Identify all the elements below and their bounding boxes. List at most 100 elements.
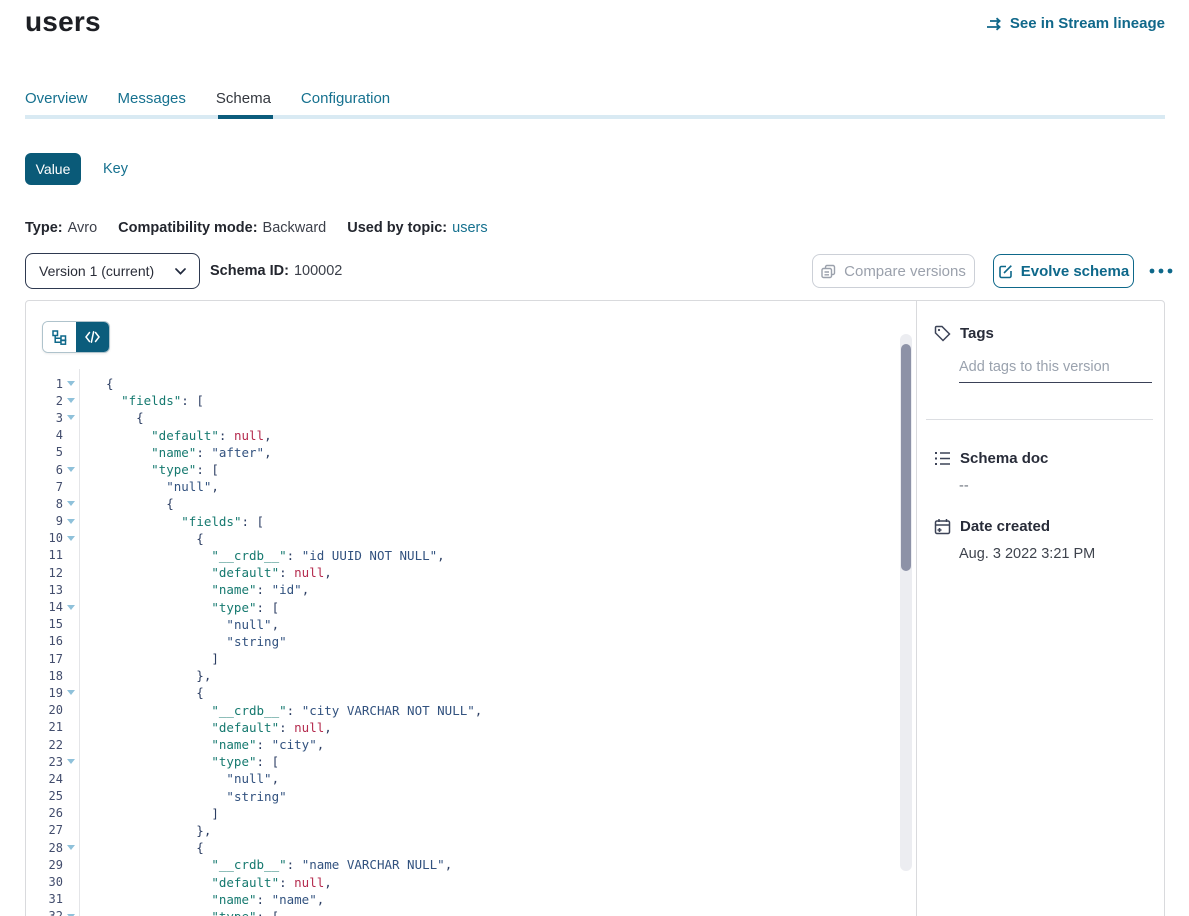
code-line-20: 20 "__crdb__": "city VARCHAR NOT NULL", — [26, 702, 917, 719]
line-number: 4 — [26, 428, 63, 442]
code-text: { — [79, 531, 204, 546]
code-text: { — [79, 496, 174, 511]
fold-arrow-icon[interactable] — [63, 536, 79, 541]
schema-page: users See in Stream lineage Overview Mes… — [0, 0, 1189, 916]
see-in-stream-lineage-link[interactable]: See in Stream lineage — [986, 15, 1165, 32]
key-toggle-link[interactable]: Key — [103, 161, 128, 177]
code-line-9: 9 "fields": [ — [26, 513, 917, 530]
tab-configuration[interactable]: Configuration — [301, 90, 390, 111]
code-view-button[interactable] — [76, 322, 109, 352]
fold-arrow-icon[interactable] — [63, 845, 79, 850]
tab-messages[interactable]: Messages — [118, 90, 186, 111]
code-text: "name": "id", — [79, 582, 309, 597]
code-lines: 1{2 "fields": [3 {4 "default": null,5 "n… — [26, 375, 917, 916]
line-number: 14 — [26, 600, 63, 614]
line-number: 8 — [26, 497, 63, 511]
line-number: 27 — [26, 823, 63, 837]
code-line-26: 26 ] — [26, 805, 917, 822]
fold-arrow-icon[interactable] — [63, 605, 79, 610]
code-text: "string" — [79, 634, 287, 649]
evolve-schema-icon — [998, 264, 1013, 279]
tab-underline-track — [25, 115, 1165, 119]
fold-arrow-icon[interactable] — [63, 759, 79, 764]
topic-link[interactable]: users — [452, 220, 487, 236]
line-number: 20 — [26, 703, 63, 717]
schema-id: Schema ID: 100002 — [210, 263, 342, 279]
schema-panel: 1{2 "fields": [3 {4 "default": null,5 "n… — [25, 300, 1165, 916]
compare-versions-icon — [821, 264, 836, 279]
tab-overview[interactable]: Overview — [25, 90, 88, 111]
schema-code-editor: 1{2 "fields": [3 {4 "default": null,5 "n… — [26, 375, 917, 916]
date-created-section-header: Date created — [934, 518, 1050, 535]
add-tags-input[interactable] — [959, 355, 1152, 383]
fold-arrow-icon[interactable] — [63, 519, 79, 524]
code-text: }, — [79, 668, 211, 683]
ellipsis-icon — [1149, 268, 1173, 274]
stream-lineage-icon — [986, 17, 1003, 31]
schema-id-label: Schema ID: — [210, 263, 289, 279]
line-number: 3 — [26, 411, 63, 425]
compare-versions-button[interactable]: Compare versions — [812, 254, 975, 288]
sidebar-divider — [926, 419, 1153, 420]
fold-arrow-icon[interactable] — [63, 467, 79, 472]
code-line-28: 28 { — [26, 839, 917, 856]
fold-arrow-icon[interactable] — [63, 398, 79, 403]
schema-doc-title: Schema doc — [960, 450, 1048, 467]
line-number: 19 — [26, 686, 63, 700]
code-line-15: 15 "null", — [26, 616, 917, 633]
value-toggle-button[interactable]: Value — [25, 153, 81, 185]
code-line-30: 30 "default": null, — [26, 873, 917, 890]
line-number: 25 — [26, 789, 63, 803]
code-text: "type": [ — [79, 600, 279, 615]
code-line-4: 4 "default": null, — [26, 427, 917, 444]
active-tab-marker — [218, 115, 273, 119]
line-number: 15 — [26, 617, 63, 631]
editor-scrollbar-thumb[interactable] — [901, 344, 911, 571]
line-number: 11 — [26, 548, 63, 562]
code-text: "type": [ — [79, 462, 219, 477]
code-line-6: 6 "type": [ — [26, 461, 917, 478]
line-number: 21 — [26, 720, 63, 734]
line-number: 12 — [26, 566, 63, 580]
code-line-5: 5 "name": "after", — [26, 444, 917, 461]
tree-diagram-icon — [52, 330, 67, 345]
code-line-7: 7 "null", — [26, 478, 917, 495]
line-number: 29 — [26, 858, 63, 872]
fold-arrow-icon[interactable] — [63, 381, 79, 386]
line-number: 10 — [26, 531, 63, 545]
line-number: 30 — [26, 875, 63, 889]
tags-section-header: Tags — [934, 325, 994, 342]
fold-arrow-icon[interactable] — [63, 690, 79, 695]
code-line-13: 13 "name": "id", — [26, 581, 917, 598]
editor-scrollbar-track[interactable] — [900, 334, 912, 871]
code-text: "default": null, — [79, 565, 332, 580]
code-text: { — [79, 410, 144, 425]
editor-view-toggle — [42, 321, 110, 353]
fold-arrow-icon[interactable] — [63, 415, 79, 420]
code-text: { — [79, 376, 114, 391]
code-text: "name": "name", — [79, 892, 324, 907]
type-label: Type: — [25, 220, 63, 236]
evolve-schema-button[interactable]: Evolve schema — [993, 254, 1134, 288]
code-line-32: 32 "type": [ — [26, 908, 917, 916]
line-number: 24 — [26, 772, 63, 786]
code-line-17: 17 ] — [26, 650, 917, 667]
code-line-31: 31 "name": "name", — [26, 891, 917, 908]
fold-arrow-icon[interactable] — [63, 501, 79, 506]
code-line-1: 1{ — [26, 375, 917, 392]
type-value: Avro — [68, 220, 98, 236]
tab-schema[interactable]: Schema — [216, 90, 271, 111]
code-text: "null", — [79, 771, 279, 786]
code-line-3: 3 { — [26, 409, 917, 426]
compatibility-label: Compatibility mode: — [118, 220, 257, 236]
tree-view-button[interactable] — [43, 322, 76, 352]
line-number: 22 — [26, 738, 63, 752]
schema-doc-section-header: Schema doc — [934, 450, 1048, 467]
line-number: 23 — [26, 755, 63, 769]
doc-list-icon — [934, 451, 951, 466]
more-options-button[interactable] — [1143, 254, 1179, 288]
date-created-title: Date created — [960, 518, 1050, 535]
line-number: 28 — [26, 841, 63, 855]
version-dropdown[interactable]: Version 1 (current) — [25, 253, 200, 289]
code-text: "__crdb__": "name VARCHAR NULL", — [79, 857, 452, 872]
